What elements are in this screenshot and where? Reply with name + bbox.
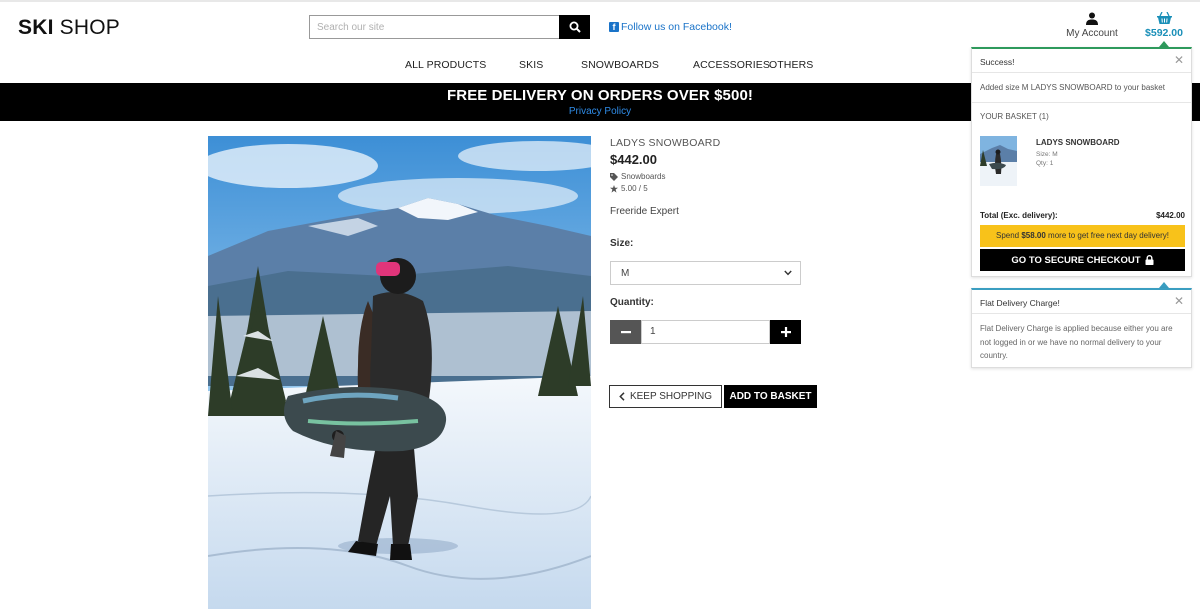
top-border (0, 0, 1200, 2)
basket-total: $592.00 (1145, 27, 1183, 39)
product-price: $442.00 (610, 152, 657, 167)
keep-shopping-button[interactable]: KEEP SHOPPING (609, 385, 722, 408)
checkout-label: GO TO SECURE CHECKOUT (1011, 254, 1141, 266)
size-select[interactable]: M (610, 261, 801, 285)
decrement-button[interactable] (610, 320, 641, 344)
lock-icon (1145, 255, 1154, 265)
basket-item-size: Size: M (1036, 151, 1058, 158)
facebook-icon: f (609, 22, 619, 32)
user-icon (1086, 12, 1098, 25)
add-to-basket-button[interactable]: ADD TO BASKET (724, 385, 817, 408)
search-input[interactable] (309, 15, 559, 39)
info-toast-header: Flat Delivery Charge! ✕ (972, 290, 1191, 314)
basket-item-name: LADYS SNOWBOARD (1036, 138, 1120, 147)
search-form (309, 15, 590, 39)
info-toast-title: Flat Delivery Charge! (980, 298, 1060, 308)
product-details: LADYS SNOWBOARD $442.00 Snowboards 5.00 … (610, 137, 810, 217)
secure-checkout-button[interactable]: GO TO SECURE CHECKOUT (980, 249, 1185, 271)
spend-amount: $58.00 (1021, 231, 1046, 240)
product-name: LADYS SNOWBOARD (610, 137, 721, 149)
success-toast: Success! ✕ Added size M LADYS SNOWBOARD … (971, 47, 1192, 277)
basket-total-row: Total (Exc. delivery): $442.00 (980, 211, 1185, 220)
star-icon (610, 184, 618, 193)
size-selected-value: M (621, 267, 630, 279)
spend-prefix: Spend (996, 231, 1022, 240)
nav-others[interactable]: OTHERS (769, 59, 813, 71)
success-toast-message: Added size M LADYS SNOWBOARD to your bas… (972, 73, 1191, 103)
nav-accessories[interactable]: ACCESSORIES (693, 59, 770, 71)
facebook-link[interactable]: f Follow us on Facebook! (609, 21, 732, 33)
chevron-left-icon (619, 392, 625, 401)
basket-link[interactable]: $592.00 (1141, 12, 1187, 39)
info-toast-message: Flat Delivery Charge is applied because … (980, 324, 1173, 360)
nav-snowboards[interactable]: SNOWBOARDS (581, 59, 659, 71)
facebook-label: Follow us on Facebook! (621, 21, 732, 33)
increment-button[interactable] (770, 320, 801, 344)
search-icon (569, 21, 581, 33)
basket-item: LADYS SNOWBOARD Size: M Qty: 1 (980, 136, 1185, 186)
logo-bold-text: SKI (18, 16, 54, 39)
keep-shopping-label: KEEP SHOPPING (629, 391, 713, 402)
success-toast-title: Success! (980, 57, 1015, 67)
product-description: Freeride Expert (610, 206, 679, 217)
close-icon[interactable]: ✕ (1174, 295, 1184, 307)
quantity-stepper: 1 (610, 320, 801, 344)
success-toast-header: Success! ✕ (972, 49, 1191, 73)
nav-skis[interactable]: SKIS (519, 59, 543, 71)
spend-suffix: more to get free next day delivery! (1045, 231, 1169, 240)
quantity-label: Quantity: (610, 297, 654, 308)
basket-item-qty: Qty: 1 (1036, 160, 1054, 167)
rating-label: 5.00 / 5 (621, 184, 648, 193)
nav-all-products[interactable]: ALL PRODUCTS (405, 59, 486, 71)
basket-item-thumbnail (980, 136, 1017, 186)
basket-icon (1156, 12, 1172, 24)
minus-icon (620, 331, 631, 334)
site-logo[interactable]: SKI SHOP (18, 16, 120, 40)
plus-icon (780, 327, 791, 337)
basket-total-value: $442.00 (1156, 211, 1185, 220)
tag-icon (610, 172, 618, 181)
product-image (208, 136, 591, 609)
size-label: Size: (610, 238, 634, 249)
info-toast: Flat Delivery Charge! ✕ Flat Delivery Ch… (971, 288, 1192, 368)
account-label: My Account (1066, 28, 1118, 39)
search-button[interactable] (559, 15, 590, 39)
basket-heading: YOUR BASKET (1) (980, 112, 1049, 121)
quantity-input[interactable]: 1 (641, 320, 770, 344)
free-delivery-notice: Spend $58.00 more to get free next day d… (980, 225, 1185, 247)
product-rating: 5.00 / 5 (610, 184, 810, 193)
category-label: Snowboards (621, 172, 666, 181)
close-icon[interactable]: ✕ (1174, 54, 1184, 66)
basket-total-label: Total (Exc. delivery): (980, 211, 1058, 220)
my-account-link[interactable]: My Account (1060, 12, 1124, 39)
product-category[interactable]: Snowboards (610, 172, 810, 181)
logo-light-text: SHOP (59, 16, 120, 39)
chevron-down-icon (784, 270, 792, 276)
